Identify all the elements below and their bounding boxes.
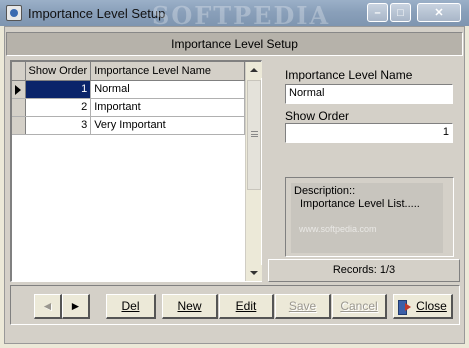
grip-icon: [251, 131, 258, 137]
app-icon[interactable]: [6, 5, 22, 21]
cell-show-order[interactable]: 2: [25, 98, 92, 117]
close-window-button[interactable]: ✕: [417, 3, 461, 22]
row-indicator[interactable]: [12, 80, 26, 99]
row-indicator[interactable]: [12, 116, 26, 135]
section-header: Importance Level Setup: [6, 32, 463, 56]
importance-level-grid[interactable]: Show Order Importance Level Name 1 Norma…: [10, 60, 262, 282]
new-button[interactable]: New: [162, 294, 218, 319]
cell-show-order[interactable]: 3: [25, 116, 92, 135]
name-label: Importance Level Name: [285, 68, 413, 82]
cell-name[interactable]: Very Important: [90, 116, 246, 135]
edit-button[interactable]: Edit: [219, 294, 274, 319]
description-label: Description::: [294, 185, 356, 197]
cell-show-order[interactable]: 1: [25, 80, 92, 99]
name-field[interactable]: Normal: [285, 84, 453, 104]
exit-door-icon: [398, 299, 412, 315]
scroll-thumb[interactable]: [247, 80, 261, 190]
records-status: Records: 1/3: [268, 259, 460, 282]
show-order-field[interactable]: 1: [285, 123, 453, 143]
table-row[interactable]: 3 Very Important: [12, 116, 246, 135]
maximize-button[interactable]: □: [390, 3, 411, 22]
next-record-button[interactable]: ►: [62, 294, 90, 319]
scroll-up-arrow-icon[interactable]: [246, 62, 262, 78]
app-window: Importance Level Setup SOFTPEDIA – □ ✕ I…: [0, 0, 469, 348]
close-button[interactable]: Close: [393, 294, 453, 319]
column-header-show-order[interactable]: Show Order: [25, 62, 92, 81]
title-bar[interactable]: Importance Level Setup SOFTPEDIA – □ ✕: [0, 0, 469, 30]
grid-header-row: Show Order Importance Level Name: [12, 62, 246, 81]
description-field[interactable]: Description:: Importance Level List.....: [291, 183, 443, 253]
description-text: Importance Level List.....: [300, 198, 420, 210]
save-button[interactable]: Save: [275, 294, 331, 319]
show-order-label: Show Order: [285, 109, 350, 123]
cell-name[interactable]: Normal: [90, 80, 246, 99]
close-button-label: Close: [416, 299, 447, 313]
grid-table: Show Order Importance Level Name 1 Norma…: [12, 62, 246, 135]
current-row-arrow-icon: [15, 84, 21, 95]
grid-vertical-scrollbar[interactable]: [245, 62, 262, 281]
minimize-button[interactable]: –: [367, 3, 388, 22]
delete-button[interactable]: Del: [106, 294, 156, 319]
column-header-name[interactable]: Importance Level Name: [90, 62, 246, 81]
softpedia-url-watermark: www.softpedia.com: [299, 224, 377, 234]
scroll-down-arrow-icon[interactable]: [246, 265, 262, 281]
table-row[interactable]: 1 Normal: [12, 80, 246, 99]
cancel-button[interactable]: Cancel: [332, 294, 387, 319]
window-title: Importance Level Setup: [28, 6, 166, 21]
previous-record-button[interactable]: ◄: [34, 294, 62, 319]
table-row[interactable]: 2 Important: [12, 98, 246, 117]
row-indicator[interactable]: [12, 98, 26, 117]
header-indicator-cell: [12, 62, 26, 81]
cell-name[interactable]: Important: [90, 98, 246, 117]
